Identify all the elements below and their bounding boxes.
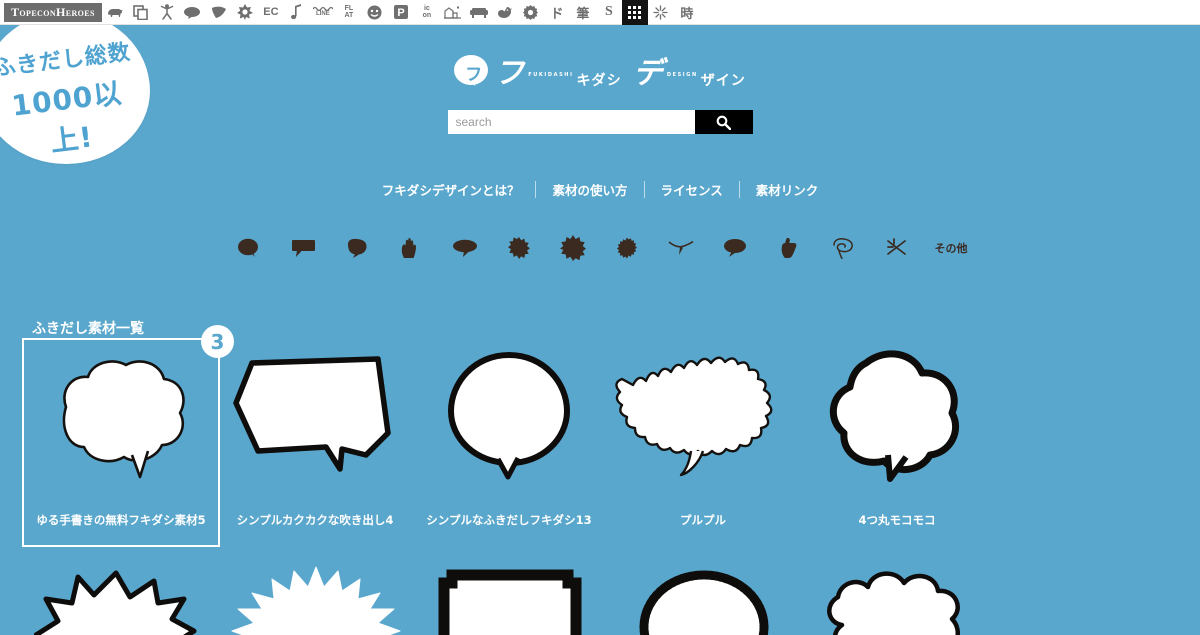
category-rect-bubble[interactable]	[276, 228, 330, 268]
material-card-5[interactable]: 4つ丸モコモコ	[800, 340, 994, 545]
material-card-label: シンプルなふきだしフキダシ13	[426, 513, 592, 527]
material-card-2[interactable]: シンプルカクカクな吹き出し4	[218, 340, 412, 545]
material-thumbnail-fuzzy-oval	[639, 570, 768, 635]
bird-icon[interactable]	[492, 0, 518, 25]
icon-icon[interactable]: ic on	[414, 0, 440, 25]
grid-icon[interactable]	[621, 0, 648, 25]
logo-wordmark: フ FUKIDASHI キダシ デ DESIGN ザイン	[494, 48, 745, 92]
material-grid-row2	[24, 565, 1184, 635]
material-thumbnail-starburst	[231, 566, 400, 635]
material-card-badge: 3	[201, 325, 234, 358]
search-icon	[716, 115, 731, 130]
logo-word-kidashi: キダシ	[576, 73, 622, 89]
flat-icon[interactable]: FL AT	[336, 0, 362, 25]
search-area	[0, 110, 1200, 134]
material-thumbnail-pixel-rect	[438, 569, 581, 635]
nav-item-license[interactable]: ライセンス	[645, 180, 739, 199]
category-burst-small-bubble[interactable]	[492, 228, 546, 268]
flag-icon[interactable]	[206, 0, 232, 25]
s-icon[interactable]: S	[596, 0, 622, 25]
nav-item-about[interactable]: フキダシデザインとは？	[366, 180, 536, 199]
section-title: ふきだし素材一覧	[32, 321, 144, 337]
nav-item-howto[interactable]: 素材の使い方	[536, 180, 643, 199]
category-other[interactable]: その他	[924, 228, 978, 268]
material-card-3[interactable]: シンプルなふきだしフキダシ13	[412, 340, 606, 545]
do-icon[interactable]: ド	[544, 0, 570, 25]
material-thumbnail-cloud-rough	[26, 340, 216, 490]
material-card-label: シンプルカクカクな吹き出し4	[236, 513, 394, 527]
material-card-6[interactable]	[24, 565, 218, 635]
logo-roman-design: DESIGN	[666, 72, 698, 78]
sofa-icon[interactable]	[466, 0, 492, 25]
ec-icon[interactable]: EC	[258, 0, 284, 25]
search-button[interactable]	[694, 110, 753, 134]
category-fuzzy-bubble[interactable]	[600, 228, 654, 268]
category-line-bubble[interactable]	[654, 228, 708, 268]
material-card-label: 4つ丸モコモコ	[858, 513, 936, 527]
parking-icon[interactable]: P	[388, 0, 414, 25]
svg-text:P: P	[397, 7, 404, 19]
time-icon[interactable]: 時	[674, 0, 700, 25]
copy-icon[interactable]	[128, 0, 154, 25]
brush-icon[interactable]: 筆	[570, 0, 596, 25]
site-logo[interactable]: フ フ FUKIDASHI キダシ デ DESIGN ザイン	[0, 48, 1200, 92]
category-strip: その他	[0, 228, 1200, 268]
main-nav: フキダシデザインとは？ 素材の使い方 ライセンス 素材リンク	[0, 180, 1200, 199]
search-box	[447, 110, 753, 134]
person-icon[interactable]	[154, 0, 180, 25]
material-card-4[interactable]: プルプル	[606, 340, 800, 545]
material-card-7[interactable]	[218, 565, 412, 635]
category-round-bubble[interactable]	[222, 228, 276, 268]
category-hand-bubble[interactable]	[384, 228, 438, 268]
flower-icon[interactable]	[232, 0, 258, 25]
material-card-9[interactable]	[606, 565, 800, 635]
sparkle-icon[interactable]	[648, 0, 674, 25]
logo-roman-fukidashi: FUKIDASHI	[528, 72, 574, 78]
category-flat-bubble[interactable]	[438, 228, 492, 268]
material-thumbnail-polygon	[220, 340, 410, 490]
logo-word-de: デ	[632, 56, 664, 91]
material-thumbnail-circle	[414, 340, 604, 490]
material-thumbnail-cloud-lobes	[826, 571, 960, 635]
material-card-1[interactable]: 3 ゆる手書きの無料フキダシ素材5	[22, 325, 234, 547]
logo-bubble-icon: フ	[454, 55, 489, 86]
category-handwriting-bubble[interactable]	[816, 228, 870, 268]
material-card-label: ゆる手書きの無料フキダシ素材5	[36, 513, 206, 527]
material-card-8[interactable]	[412, 565, 606, 635]
logo-mark-char: フ	[465, 65, 483, 85]
material-card-10[interactable]	[800, 565, 994, 635]
category-rough-bubble[interactable]	[330, 228, 384, 268]
smiley-icon[interactable]	[362, 0, 388, 25]
music-note-icon[interactable]	[284, 0, 310, 25]
logo-word-fu: フ	[494, 56, 526, 91]
category-effect-bubble[interactable]	[870, 228, 924, 268]
material-card-label: プルプル	[680, 513, 726, 527]
topeconheroes-logo[interactable]: TopeconHeroes	[4, 2, 102, 22]
category-other-label: その他	[934, 242, 968, 255]
logo-word-zain: ザイン	[700, 73, 746, 89]
search-input[interactable]	[447, 110, 695, 134]
speech-bubble-icon[interactable]	[180, 0, 206, 25]
material-grid: 3 ゆる手書きの無料フキダシ素材5 シンプルカクカクな吹き出し4 シンプルなふき…	[22, 325, 1184, 547]
building-icon[interactable]	[440, 0, 466, 25]
material-thumbnail-four-lobe	[802, 340, 992, 490]
category-burst-bubble[interactable]	[546, 228, 600, 268]
sheep-icon[interactable]	[102, 0, 128, 25]
line-icon[interactable]: LINE	[310, 0, 336, 25]
material-thumbnail-wavy	[608, 340, 798, 490]
category-thumb-bubble[interactable]	[762, 228, 816, 268]
material-thumbnail-spike-soft	[33, 570, 196, 635]
gear-icon[interactable]	[518, 0, 544, 25]
nav-item-links[interactable]: 素材リンク	[740, 180, 835, 199]
top-toolbar: TopeconHeroes EC LINE FL AT P ic on ド 筆 …	[0, 0, 1200, 25]
category-oval-bubble[interactable]	[708, 228, 762, 268]
